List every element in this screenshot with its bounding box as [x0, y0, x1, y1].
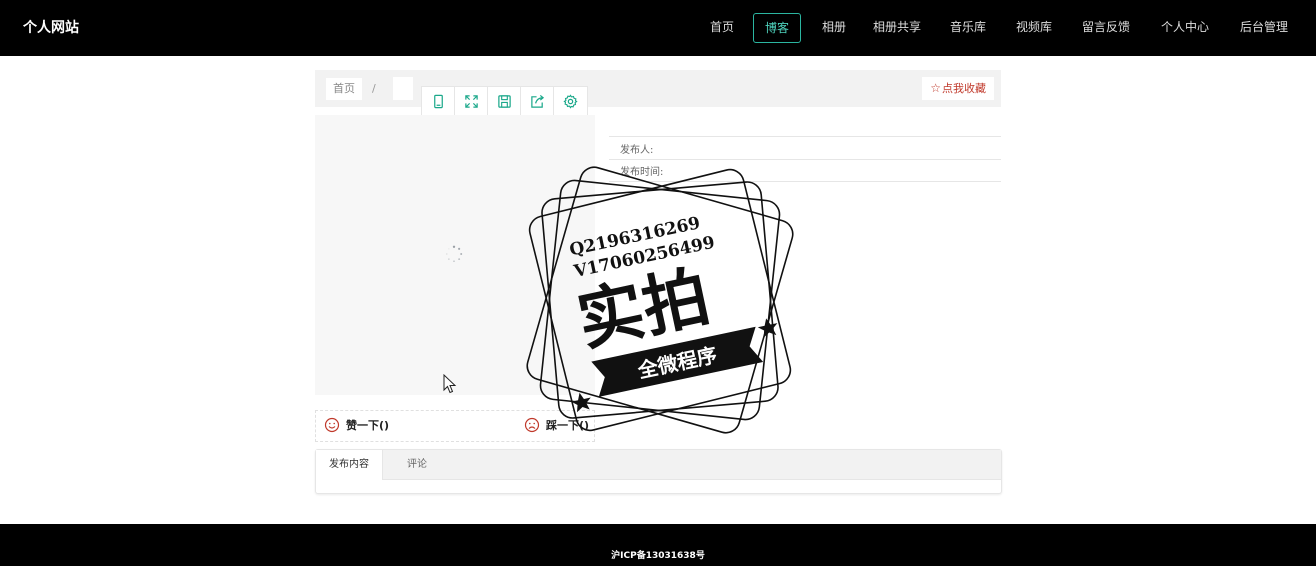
nav-item-home[interactable]: 首页	[707, 13, 737, 41]
breadcrumb-current	[393, 77, 413, 100]
site-brand[interactable]: 个人网站	[23, 18, 79, 38]
fullscreen-button[interactable]	[455, 87, 488, 115]
mobile-view-button[interactable]	[422, 87, 455, 115]
nav-item-feedback[interactable]: 留言反馈	[1082, 13, 1130, 41]
publisher-row: 发布人:	[609, 137, 1001, 160]
nav-item-blog[interactable]: 博客	[753, 13, 801, 43]
like-label: 赞一下()	[346, 419, 390, 432]
icp-record[interactable]: 沪ICP备13031638号	[0, 548, 1316, 561]
watermark-stamp: Q2196316269 V17060256499 实拍 全微程序	[520, 160, 800, 440]
mouse-cursor-icon	[443, 374, 457, 394]
nav-item-music[interactable]: 音乐库	[950, 13, 986, 41]
nav-item-admin[interactable]: 后台管理	[1240, 13, 1288, 41]
content-tabs: 发布内容 评论	[315, 449, 1002, 494]
breadcrumb: 首页 / ☆点我收藏	[315, 70, 1001, 107]
settings-button[interactable]	[554, 87, 586, 115]
tabs-header: 发布内容 评论	[316, 450, 1001, 480]
star-outline-icon: ☆	[930, 81, 941, 95]
top-navbar: 个人网站 首页 博客 相册 相册共享 音乐库 视频库 留言反馈 个人中心 后台管…	[0, 0, 1316, 56]
fullscreen-icon	[464, 94, 478, 108]
nav-item-album[interactable]: 相册	[819, 13, 849, 41]
nav-item-album-share[interactable]: 相册共享	[873, 13, 921, 41]
settings-icon	[562, 93, 578, 109]
tab-content[interactable]: 发布内容	[316, 450, 383, 480]
mobile-icon	[433, 94, 443, 108]
site-footer: 沪ICP备13031638号	[0, 524, 1316, 566]
favorite-button-label: 点我收藏	[942, 82, 986, 95]
save-button[interactable]	[488, 87, 521, 115]
nav-item-user-center[interactable]: 个人中心	[1161, 13, 1209, 41]
smile-icon	[324, 417, 340, 433]
like-button[interactable]: 赞一下()	[324, 417, 389, 435]
share-button[interactable]	[521, 87, 554, 115]
nav-item-video[interactable]: 视频库	[1016, 13, 1052, 41]
publisher-label: 发布人:	[620, 145, 654, 156]
tab-comments[interactable]: 评论	[394, 450, 440, 480]
save-icon	[497, 94, 511, 108]
image-toolbar	[421, 86, 588, 116]
breadcrumb-separator: /	[372, 82, 376, 95]
breadcrumb-home-link[interactable]: 首页	[326, 78, 362, 100]
favorite-button[interactable]: ☆点我收藏	[922, 77, 994, 100]
loading-spinner-icon	[446, 245, 463, 263]
stamp-graphic: Q2196316269 V17060256499 实拍 全微程序	[526, 166, 794, 434]
share-icon	[530, 94, 544, 108]
